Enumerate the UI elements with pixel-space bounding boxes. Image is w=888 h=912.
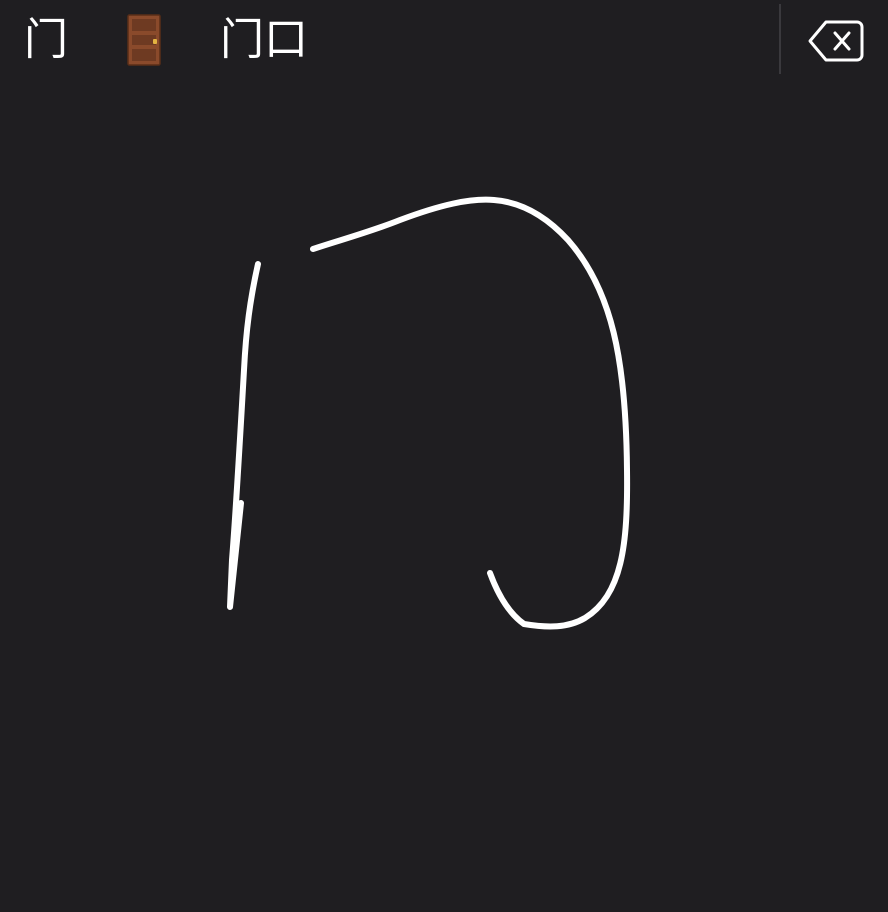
candidate-bar: 门 门口 bbox=[0, 0, 888, 80]
backspace-icon bbox=[808, 20, 864, 62]
candidate-divider bbox=[779, 4, 781, 74]
delete-button[interactable] bbox=[804, 16, 868, 66]
door-icon bbox=[127, 14, 161, 66]
candidate-door-emoji[interactable] bbox=[112, 10, 176, 70]
handwriting-stroke-2 bbox=[310, 196, 631, 630]
candidate-menkou[interactable]: 门口 bbox=[208, 10, 320, 70]
handwriting-pad[interactable] bbox=[0, 80, 888, 912]
handwriting-keyboard: 门 门口 bbox=[0, 0, 888, 912]
candidate-men[interactable]: 门 bbox=[14, 10, 78, 70]
handwriting-stroke-1 bbox=[227, 261, 261, 610]
handwriting-canvas bbox=[227, 196, 631, 630]
